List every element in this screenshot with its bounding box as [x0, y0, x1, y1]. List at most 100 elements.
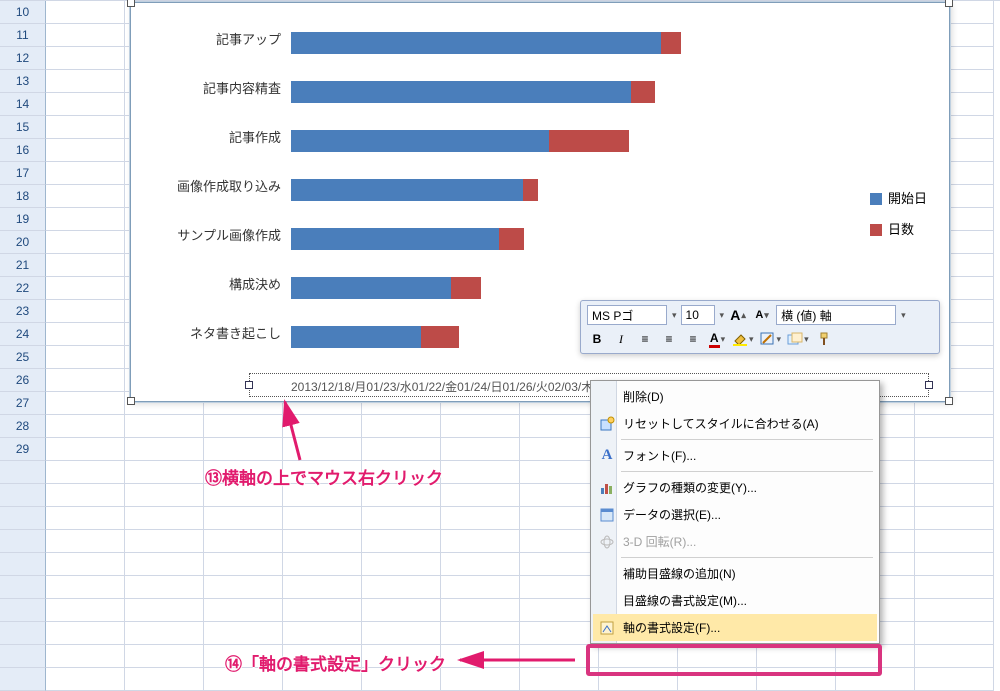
cell[interactable]	[125, 461, 204, 484]
row-header[interactable]: 14	[0, 93, 46, 116]
cell[interactable]	[125, 576, 204, 599]
italic-button[interactable]: I	[611, 329, 631, 349]
row-header[interactable]	[0, 530, 46, 553]
bar-series1[interactable]	[291, 81, 631, 103]
menu-gridlines-format[interactable]: 目盛線の書式設定(M)...	[593, 587, 877, 614]
cell[interactable]	[125, 553, 204, 576]
row-header[interactable]	[0, 461, 46, 484]
cell[interactable]	[46, 484, 125, 507]
cell[interactable]	[46, 116, 125, 139]
cell[interactable]	[836, 668, 915, 691]
menu-select-data[interactable]: データの選択(E)...	[593, 501, 877, 528]
shape-styles-button[interactable]: ▾	[786, 329, 810, 349]
cell[interactable]	[915, 645, 994, 668]
cell[interactable]	[520, 484, 599, 507]
row-header[interactable]: 29	[0, 438, 46, 461]
cell[interactable]	[46, 645, 125, 668]
cell[interactable]	[204, 622, 283, 645]
cell[interactable]	[46, 162, 125, 185]
bar-series2[interactable]	[549, 130, 629, 152]
row-header[interactable]: 26	[0, 369, 46, 392]
cell[interactable]	[125, 415, 204, 438]
cell[interactable]	[46, 1, 125, 24]
cell[interactable]	[520, 622, 599, 645]
cell[interactable]	[46, 300, 125, 323]
bar-row[interactable]	[291, 225, 524, 253]
cell[interactable]	[46, 254, 125, 277]
cell[interactable]	[125, 438, 204, 461]
cell[interactable]	[362, 599, 441, 622]
cell[interactable]	[283, 415, 362, 438]
cell[interactable]	[125, 622, 204, 645]
cell[interactable]	[915, 507, 994, 530]
cell[interactable]	[915, 622, 994, 645]
cell[interactable]	[441, 507, 520, 530]
bar-series2[interactable]	[421, 326, 459, 348]
cell[interactable]	[125, 599, 204, 622]
cell[interactable]	[520, 415, 599, 438]
cell[interactable]	[757, 645, 836, 668]
cell[interactable]	[520, 530, 599, 553]
bar-row[interactable]	[291, 78, 655, 106]
cell[interactable]	[46, 231, 125, 254]
cell[interactable]	[441, 599, 520, 622]
align-right-button[interactable]: ≡	[683, 329, 703, 349]
row-header[interactable]: 13	[0, 70, 46, 93]
cell[interactable]	[204, 553, 283, 576]
chart-element-combo[interactable]	[776, 305, 896, 325]
cell[interactable]	[362, 530, 441, 553]
chart-legend[interactable]: 開始日 日数	[870, 183, 927, 245]
menu-change-chart-type[interactable]: グラフの種類の変更(Y)...	[593, 474, 877, 501]
row-header[interactable]: 10	[0, 1, 46, 24]
cell[interactable]	[46, 553, 125, 576]
cell[interactable]	[915, 530, 994, 553]
cell[interactable]	[283, 622, 362, 645]
bar-series1[interactable]	[291, 130, 549, 152]
bar-series2[interactable]	[523, 179, 538, 201]
cell[interactable]	[441, 461, 520, 484]
cell[interactable]	[46, 576, 125, 599]
row-header[interactable]: 27	[0, 392, 46, 415]
bar-row[interactable]	[291, 29, 681, 57]
row-header[interactable]: 23	[0, 300, 46, 323]
cell[interactable]	[520, 553, 599, 576]
cell[interactable]	[362, 553, 441, 576]
cell[interactable]	[283, 438, 362, 461]
cell[interactable]	[46, 93, 125, 116]
cell[interactable]	[46, 185, 125, 208]
bar-series2[interactable]	[631, 81, 655, 103]
row-header[interactable]	[0, 622, 46, 645]
bar-series2[interactable]	[451, 277, 481, 299]
bar-row[interactable]	[291, 274, 481, 302]
font-family-combo[interactable]	[587, 305, 667, 325]
cell[interactable]	[915, 415, 994, 438]
row-header[interactable]: 28	[0, 415, 46, 438]
bar-series2[interactable]	[499, 228, 524, 250]
cell[interactable]	[204, 507, 283, 530]
bar-series1[interactable]	[291, 326, 421, 348]
menu-add-minor-gridlines[interactable]: 補助目盛線の追加(N)	[593, 560, 877, 587]
cell[interactable]	[283, 507, 362, 530]
cell[interactable]	[46, 622, 125, 645]
row-header[interactable]	[0, 553, 46, 576]
cell[interactable]	[125, 668, 204, 691]
menu-delete[interactable]: 削除(D)	[593, 383, 877, 410]
bar-series1[interactable]	[291, 228, 499, 250]
row-header[interactable]: 20	[0, 231, 46, 254]
cell[interactable]	[46, 346, 125, 369]
row-header[interactable]	[0, 599, 46, 622]
cell[interactable]	[441, 484, 520, 507]
cell[interactable]	[915, 553, 994, 576]
cell[interactable]	[678, 668, 757, 691]
row-header[interactable]: 22	[0, 277, 46, 300]
font-size-combo[interactable]	[681, 305, 715, 325]
menu-axis-format[interactable]: 軸の書式設定(F)...	[593, 614, 877, 641]
cell[interactable]	[441, 553, 520, 576]
cell[interactable]	[915, 461, 994, 484]
cell[interactable]	[757, 668, 836, 691]
cell[interactable]	[441, 668, 520, 691]
cell[interactable]	[441, 576, 520, 599]
row-header[interactable]	[0, 484, 46, 507]
cell[interactable]	[46, 323, 125, 346]
cell[interactable]	[46, 392, 125, 415]
